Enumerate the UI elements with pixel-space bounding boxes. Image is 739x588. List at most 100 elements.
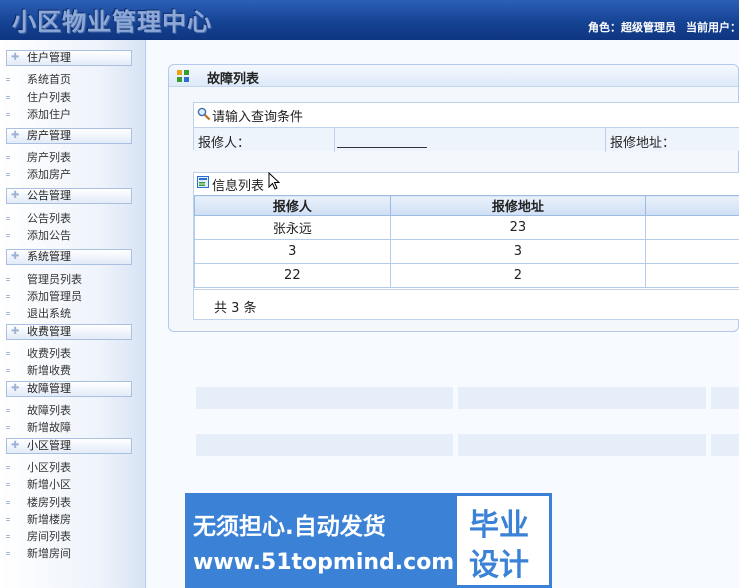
sidebar-item-add-resident[interactable]: 添加住户 bbox=[0, 106, 140, 123]
bullet-icon bbox=[6, 156, 10, 159]
table-row[interactable]: 3 3 bbox=[194, 239, 739, 264]
fault-list-panel: 故障列表 请输入查询条件 报修人： 报修地址： 信息列表 报修人 报修地址 张永… bbox=[168, 64, 739, 332]
sidebar-group-notice[interactable]: ✚ 公告管理 bbox=[6, 188, 132, 204]
sidebar-item-building-list[interactable]: 楼房列表 bbox=[0, 494, 140, 511]
expand-icon: ✚ bbox=[11, 326, 20, 337]
bullet-icon bbox=[6, 295, 10, 298]
sidebar-item-resident-list[interactable]: 住户列表 bbox=[0, 89, 140, 106]
sidebar-item-community-list[interactable]: 小区列表 bbox=[0, 459, 140, 476]
bullet-icon bbox=[6, 217, 10, 220]
sidebar-item-add-building[interactable]: 新增楼房 bbox=[0, 511, 140, 528]
bullet-icon bbox=[6, 234, 10, 237]
watermark-url: www.51topmind.com bbox=[193, 550, 455, 575]
sidebar-group-community[interactable]: ✚ 小区管理 bbox=[6, 438, 132, 454]
sidebar-item-add-notice[interactable]: 添加公告 bbox=[0, 227, 140, 244]
sidebar-item-add-admin[interactable]: 添加管理员 bbox=[0, 288, 140, 305]
search-icon bbox=[197, 107, 211, 121]
sidebar-item-home[interactable]: 系统首页 bbox=[0, 71, 140, 88]
bullet-icon bbox=[6, 552, 10, 555]
sidebar-item-fault-list[interactable]: 故障列表 bbox=[0, 402, 140, 419]
bullet-icon bbox=[6, 369, 10, 372]
table-cell: 23 bbox=[389, 215, 647, 240]
expand-icon: ✚ bbox=[11, 190, 20, 201]
reporter-label: 报修人： bbox=[198, 136, 251, 151]
table-row[interactable]: 22 2 bbox=[194, 263, 739, 288]
table-cell: 张永远 bbox=[194, 215, 391, 240]
bullet-icon bbox=[6, 352, 10, 355]
divider bbox=[605, 128, 606, 152]
sidebar-item-add-fault[interactable]: 新增故障 bbox=[0, 419, 140, 436]
table-row[interactable]: 张永远 23 bbox=[194, 215, 739, 240]
query-title: 请输入查询条件 bbox=[212, 110, 304, 125]
bullet-icon bbox=[6, 535, 10, 538]
bullet-icon bbox=[6, 78, 10, 81]
faded-row bbox=[711, 387, 739, 409]
address-label: 报修地址： bbox=[610, 136, 676, 151]
bullet-icon bbox=[6, 113, 10, 116]
expand-icon: ✚ bbox=[11, 52, 20, 63]
bullet-icon bbox=[6, 409, 10, 412]
grid-icon bbox=[177, 70, 189, 82]
watermark-banner: 无须担心.自动发货 www.51topmind.com 毕业 设计 bbox=[185, 493, 552, 588]
query-row: 报修人： 报修地址： bbox=[194, 127, 739, 152]
sidebar-group-property[interactable]: ✚ 房产管理 bbox=[6, 128, 132, 144]
sidebar-group-fault[interactable]: ✚ 故障管理 bbox=[6, 381, 132, 397]
reporter-input[interactable] bbox=[337, 131, 427, 148]
column-header: 报修人 bbox=[194, 195, 391, 216]
user-info: 角色：超级管理员当前用户：a bbox=[588, 19, 739, 35]
divider bbox=[194, 289, 739, 290]
sidebar-item-property-list[interactable]: 房产列表 bbox=[0, 149, 140, 166]
panel-title: 故障列表 bbox=[207, 72, 260, 87]
bullet-icon bbox=[6, 426, 10, 429]
total-count: 共 3 条 bbox=[214, 301, 257, 316]
expand-icon: ✚ bbox=[11, 383, 20, 394]
sidebar-item-logout[interactable]: 退出系统 bbox=[0, 305, 140, 322]
divider bbox=[334, 128, 335, 152]
sidebar-item-fee-list[interactable]: 收费列表 bbox=[0, 345, 140, 362]
bullet-icon bbox=[6, 466, 10, 469]
bullet-icon bbox=[6, 501, 10, 504]
app-title: 小区物业管理中心 bbox=[12, 8, 212, 36]
table-cell bbox=[645, 215, 739, 240]
sidebar-group-system[interactable]: ✚ 系统管理 bbox=[6, 249, 132, 265]
faded-row bbox=[458, 434, 706, 456]
watermark-badge-line2: 设计 bbox=[469, 548, 529, 583]
query-box: 请输入查询条件 报修人： 报修地址： bbox=[193, 102, 739, 152]
sidebar-item-add-community[interactable]: 新增小区 bbox=[0, 476, 140, 493]
sidebar-item-add-property[interactable]: 添加房产 bbox=[0, 166, 140, 183]
info-title: 信息列表 bbox=[212, 179, 265, 194]
table-header-row: 报修人 报修地址 bbox=[194, 195, 739, 216]
table-cell bbox=[645, 263, 739, 288]
expand-icon: ✚ bbox=[11, 440, 20, 451]
bullet-icon bbox=[6, 278, 10, 281]
bullet-icon bbox=[6, 96, 10, 99]
expand-icon: ✚ bbox=[11, 251, 20, 262]
role-label: 角色：超级管理员 bbox=[588, 21, 676, 34]
sidebar-item-room-list[interactable]: 房间列表 bbox=[0, 528, 140, 545]
watermark-slogan: 无须担心.自动发货 bbox=[193, 514, 386, 540]
table-cell: 22 bbox=[194, 263, 391, 288]
sidebar-item-add-room[interactable]: 新增房间 bbox=[0, 545, 140, 562]
sidebar: ✚ 住户管理 系统首页 住户列表 添加住户 ✚ 房产管理 房产列表 添加房产 ✚ 公告… bbox=[0, 40, 146, 588]
table-cell: 3 bbox=[389, 239, 647, 264]
sidebar-item-add-fee[interactable]: 新增收费 bbox=[0, 362, 140, 379]
panel-header: 故障列表 bbox=[169, 65, 738, 87]
bullet-icon bbox=[6, 483, 10, 486]
mouse-cursor-icon bbox=[268, 172, 280, 190]
sidebar-group-resident[interactable]: ✚ 住户管理 bbox=[6, 50, 132, 66]
sidebar-group-fees[interactable]: ✚ 收费管理 bbox=[6, 324, 132, 340]
bullet-icon bbox=[6, 173, 10, 176]
table-cell: 2 bbox=[389, 263, 647, 288]
column-header: 报修地址 bbox=[389, 195, 647, 216]
bullet-icon bbox=[6, 518, 10, 521]
sidebar-item-admin-list[interactable]: 管理员列表 bbox=[0, 271, 140, 288]
column-header bbox=[645, 195, 739, 216]
fault-table: 报修人 报修地址 张永远 23 3 3 22 2 bbox=[194, 195, 739, 288]
current-user-label: 当前用户：a bbox=[686, 21, 739, 34]
watermark-badge: 毕业 设计 bbox=[457, 496, 549, 585]
sidebar-item-notice-list[interactable]: 公告列表 bbox=[0, 210, 140, 227]
faded-row bbox=[458, 387, 706, 409]
expand-icon: ✚ bbox=[11, 130, 20, 141]
info-box: 信息列表 报修人 报修地址 张永远 23 3 3 22 2 共 3 条 bbox=[193, 172, 739, 320]
watermark-badge-line1: 毕业 bbox=[469, 508, 529, 543]
